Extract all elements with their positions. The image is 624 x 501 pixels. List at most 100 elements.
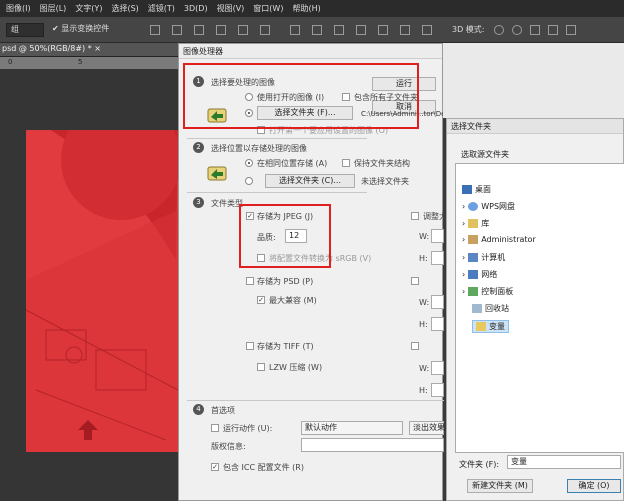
tree-item-label: 回收站 <box>485 304 509 313</box>
folder-tree[interactable]: 桌面 › WPS网盘 › 库 › Administrator › 计算机 › 网… <box>455 163 624 453</box>
artwork-shapes <box>26 130 178 452</box>
3d-rotate-icon[interactable] <box>494 25 504 35</box>
tree-item-label: 计算机 <box>481 253 506 262</box>
menu-view[interactable]: 视图(V) <box>217 3 245 14</box>
section-4-title: 首选项 <box>211 406 235 415</box>
select-dest-folder-button[interactable]: 选择文件夹 (C)... <box>265 174 355 188</box>
library-icon <box>468 219 479 228</box>
3d-roll-icon[interactable] <box>512 25 522 35</box>
ok-button[interactable]: 确定 (O) <box>567 479 621 493</box>
auto-select-dropdown[interactable]: 组 <box>6 23 44 37</box>
folder-prompt: 选取源文件夹 <box>461 150 509 159</box>
highlight-box-source <box>183 63 419 129</box>
run-action-checkbox[interactable] <box>211 424 219 432</box>
tree-item-label: Administrator <box>481 235 536 244</box>
3d-slide-icon[interactable] <box>548 25 558 35</box>
3d-scale-icon[interactable] <box>566 25 576 35</box>
tree-item-desktop[interactable]: 桌面 <box>462 184 491 195</box>
tree-item-variable[interactable]: 变量 <box>472 320 509 333</box>
jpeg-height-label: H: <box>419 254 428 263</box>
tree-item-recycle-bin[interactable]: 回收站 <box>472 303 509 314</box>
menu-window[interactable]: 窗口(W) <box>253 3 283 14</box>
tree-item-wps[interactable]: › WPS网盘 <box>462 201 515 212</box>
menu-filter[interactable]: 滤镜(T) <box>148 3 175 14</box>
jpeg-width-input[interactable] <box>431 229 444 243</box>
action-dropdown[interactable]: 淡出效果 <box>409 421 445 435</box>
tree-item-library[interactable]: › 库 <box>462 218 489 229</box>
tiff-height-input[interactable] <box>431 383 444 397</box>
tree-item-label: 网络 <box>481 270 498 279</box>
control-panel-icon <box>468 287 479 296</box>
show-transform-checkbox[interactable]: ✔ 显示变换控件 <box>52 23 109 34</box>
jpeg-width-label: W: <box>419 232 430 241</box>
resize-jpeg-checkbox[interactable] <box>411 212 419 220</box>
align-bottom-icon[interactable] <box>194 25 204 35</box>
max-compat-checkbox[interactable]: ✓ <box>257 296 265 304</box>
tree-item-label: 库 <box>481 219 490 228</box>
3d-pan-icon[interactable] <box>530 25 540 35</box>
keep-structure-checkbox[interactable] <box>342 159 350 167</box>
folder-icon <box>476 322 486 331</box>
select-dest-folder-radio[interactable] <box>245 177 253 185</box>
distribute-right-icon[interactable] <box>400 25 410 35</box>
image-processor-dialog: 图像处理器 运行 取消 1 选择要处理的图像 使用打开的图像 (I) 包含所有子… <box>178 43 481 501</box>
document-tab[interactable]: psd @ 50%(RGB/8#) * × <box>0 43 178 57</box>
distribute-left-icon[interactable] <box>356 25 366 35</box>
menu-bar: 图像(I) 图层(L) 文字(Y) 选择(S) 滤镜(T) 3D(D) 视图(V… <box>0 0 624 17</box>
menu-image[interactable]: 图像(I) <box>6 3 31 14</box>
max-compat-label: 最大兼容 (M) <box>269 296 317 305</box>
save-tiff-label: 存储为 TIFF (T) <box>257 342 314 351</box>
auto-align-icon[interactable] <box>422 25 432 35</box>
distribute-top-icon[interactable] <box>290 25 300 35</box>
ruler-tick-label: 0 <box>8 58 13 66</box>
align-hcenter-icon[interactable] <box>238 25 248 35</box>
distribute-vcenter-icon[interactable] <box>312 25 322 35</box>
menu-select[interactable]: 选择(S) <box>111 3 138 14</box>
resize-psd-checkbox[interactable] <box>411 277 419 285</box>
new-folder-button[interactable]: 新建文件夹 (M) <box>467 479 533 493</box>
divider <box>187 192 367 193</box>
menu-layer[interactable]: 图层(L) <box>40 3 67 14</box>
tiff-width-input[interactable] <box>431 361 444 375</box>
lzw-checkbox[interactable] <box>257 363 265 371</box>
tree-item-administrator[interactable]: › Administrator <box>462 235 536 244</box>
show-transform-label: 显示变换控件 <box>61 24 110 33</box>
resize-tiff-checkbox[interactable] <box>411 342 419 350</box>
align-vcenter-icon[interactable] <box>172 25 182 35</box>
menu-help[interactable]: 帮助(H) <box>292 3 320 14</box>
tree-item-network[interactable]: › 网络 <box>462 269 497 280</box>
folder-name-input[interactable]: 变量 <box>507 455 621 469</box>
include-icc-checkbox[interactable]: ✓ <box>211 463 219 471</box>
tiff-width-label: W: <box>419 364 430 373</box>
network-icon <box>468 270 479 279</box>
section-4-number: 4 <box>193 404 204 415</box>
dialog-title: 图像处理器 <box>179 44 442 59</box>
distribute-hcenter-icon[interactable] <box>378 25 388 35</box>
distribute-bottom-icon[interactable] <box>334 25 344 35</box>
align-left-icon[interactable] <box>216 25 226 35</box>
psd-height-label: H: <box>419 320 428 329</box>
tree-item-computer[interactable]: › 计算机 <box>462 252 505 263</box>
align-right-icon[interactable] <box>260 25 270 35</box>
resize-jpeg-label: 调整大 <box>423 212 447 221</box>
menu-type[interactable]: 文字(Y) <box>75 3 102 14</box>
jpeg-height-input[interactable] <box>431 251 444 265</box>
psd-height-input[interactable] <box>431 317 444 331</box>
save-psd-label: 存储为 PSD (P) <box>257 277 314 286</box>
tiff-height-label: H: <box>419 386 428 395</box>
same-location-label: 在相同位置存储 (A) <box>257 159 328 168</box>
same-location-radio[interactable] <box>245 159 253 167</box>
save-psd-checkbox[interactable] <box>246 277 254 285</box>
tree-item-label: WPS网盘 <box>481 202 516 211</box>
action-set-dropdown[interactable]: 默认动作 <box>301 421 403 435</box>
folder-dialog-title: 选择文件夹 <box>447 119 623 134</box>
copyright-input[interactable] <box>301 438 444 452</box>
section-3-number: 3 <box>193 197 204 208</box>
save-tiff-checkbox[interactable] <box>246 342 254 350</box>
ruler-tick-label: 5 <box>78 58 83 66</box>
align-top-icon[interactable] <box>150 25 160 35</box>
psd-width-input[interactable] <box>431 295 444 309</box>
menu-3d[interactable]: 3D(D) <box>184 4 208 13</box>
section-2-number: 2 <box>193 142 204 153</box>
tree-item-control-panel[interactable]: › 控制面板 <box>462 286 513 297</box>
